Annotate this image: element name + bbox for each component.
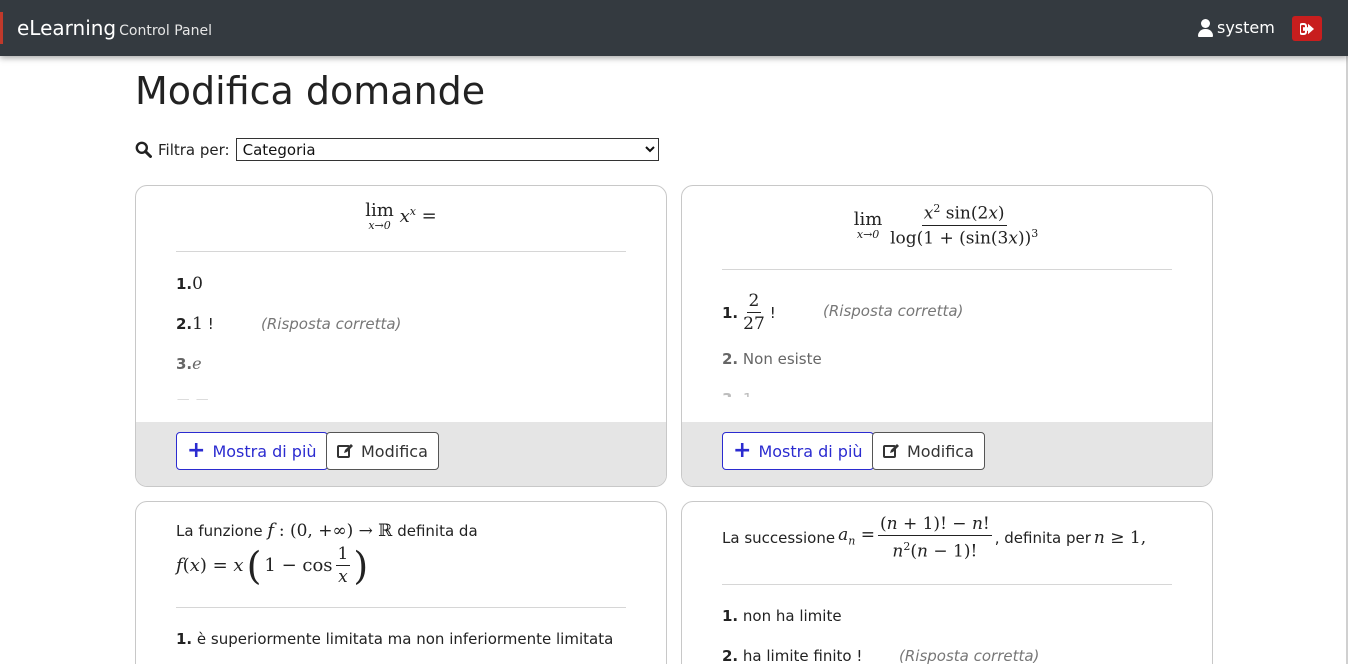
correct-answer-label: (Risposta corretta) <box>823 302 964 320</box>
filter-bar: Filtra per: Categoria <box>135 138 659 161</box>
edit-icon <box>883 444 899 458</box>
edit-button[interactable]: Modifica <box>326 432 439 470</box>
question-divider <box>722 584 1172 585</box>
answer-item: 1. è superiormente limitata ma non infer… <box>176 630 614 648</box>
correct-answer-label: (Risposta corretta) <box>261 315 402 333</box>
question-text: La funzione f : (0, +∞) → ℝ definita da <box>176 520 478 542</box>
question-formula: lim x→0 x2 sin(2x) log(1 + (sin(3x))3 <box>853 202 1039 249</box>
brand[interactable]: eLearning Control Panel <box>17 16 212 43</box>
show-more-button[interactable]: + Mostra di più <box>722 432 874 470</box>
question-formula: La successione an = (n + 1)! − n! n2(n −… <box>722 514 1147 562</box>
brand-subtitle: Control Panel <box>119 23 212 39</box>
answer-item: 2.1 ! <box>176 314 214 334</box>
question-card: La successione an = (n + 1)! − n! n2(n −… <box>681 501 1213 664</box>
question-formula: lim x→0 xx = <box>365 200 437 232</box>
show-more-label: Mostra di più <box>758 441 863 461</box>
answer-item: 3. 1 <box>722 389 752 397</box>
answer-item: 2. ha limite finito ! <box>722 647 863 664</box>
user-menu[interactable]: system <box>1198 18 1275 38</box>
question-divider <box>176 607 626 608</box>
edit-button[interactable]: Modifica <box>872 432 985 470</box>
sign-out-icon <box>1300 22 1314 35</box>
navbar: eLearning Control Panel system <box>0 0 1348 56</box>
brand-title: eLearning <box>17 16 117 40</box>
question-formula: f(x) = x ( 1 − cos 1x ) <box>176 543 369 588</box>
question-divider <box>176 251 626 252</box>
filter-select[interactable]: Categoria <box>235 138 659 161</box>
question-card: lim x→0 x2 sin(2x) log(1 + (sin(3x))3 1. … <box>681 185 1213 487</box>
plus-icon: + <box>187 438 206 463</box>
page-title: Modifica domande <box>135 69 486 113</box>
edit-icon <box>337 444 353 458</box>
question-card-footer: + Mostra di più Modifica <box>682 422 1212 486</box>
show-more-button[interactable]: + Mostra di più <box>176 432 328 470</box>
answer-item: 2. Non esiste <box>722 350 822 368</box>
plus-icon: + <box>733 438 752 463</box>
answer-item-faded: ■ ■ <box>176 394 209 400</box>
user-name: system <box>1217 18 1275 37</box>
edit-label: Modifica <box>907 441 974 461</box>
question-card: La funzione f : (0, +∞) → ℝ definita da … <box>135 501 667 664</box>
question-card: lim x→0 xx = 1.0 2.1 ! (Risposta corretta… <box>135 185 667 487</box>
logout-button[interactable] <box>1292 16 1322 41</box>
show-more-label: Mostra di più <box>212 441 317 461</box>
question-divider <box>722 269 1172 270</box>
answer-item: 3.e <box>176 354 202 373</box>
correct-answer-label: (Risposta corretta) <box>899 647 1040 664</box>
user-icon <box>1198 19 1213 37</box>
answer-item: 1.0 <box>176 274 203 294</box>
search-icon <box>135 141 152 158</box>
filter-label: Filtra per: <box>158 140 230 159</box>
question-card-footer: + Mostra di più Modifica <box>136 422 666 486</box>
navbar-accent <box>0 12 3 44</box>
edit-label: Modifica <box>361 441 428 461</box>
answer-item: 1. non ha limite <box>722 607 842 625</box>
answer-item: 1. 2 27 ! <box>722 291 776 334</box>
